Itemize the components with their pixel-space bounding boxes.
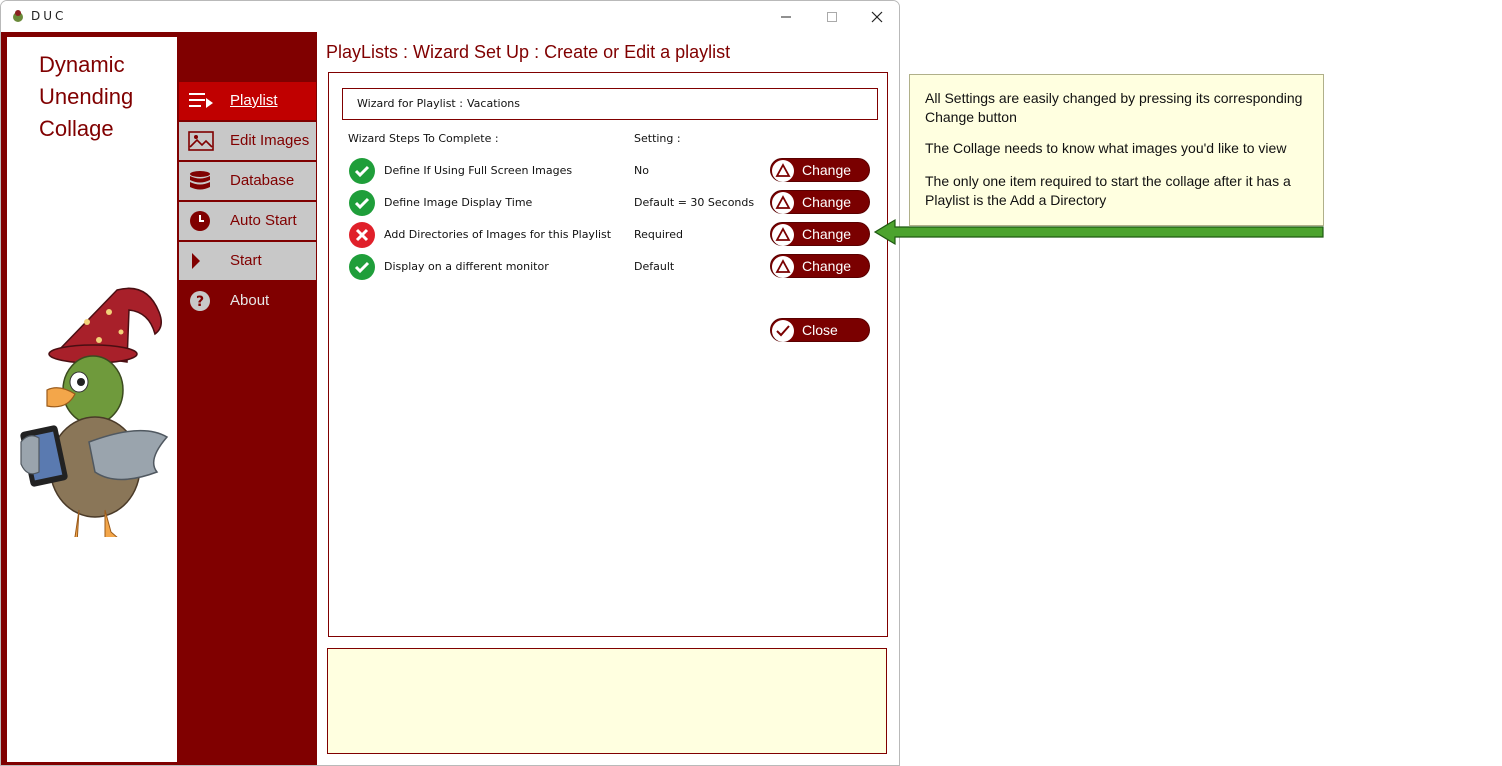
close-icon [871, 11, 883, 22]
close-button-label: Close [802, 322, 838, 338]
change-button[interactable]: Change [770, 254, 870, 278]
sidebar-item-label: About [230, 292, 270, 309]
sidebar-item-label: Edit Images [230, 132, 310, 149]
sidebar-item-label: Database [230, 172, 295, 189]
duck-app-icon [13, 10, 23, 22]
change-button[interactable]: Change [770, 158, 870, 182]
step-setting: No [634, 164, 649, 177]
play-icon [192, 253, 200, 269]
database-icon [190, 171, 210, 190]
steps-header: Wizard Steps To Complete : [348, 132, 499, 145]
svg-text:?: ? [196, 294, 204, 310]
sidebar-item-label: Auto Start [230, 212, 297, 229]
triangle-icon [772, 256, 794, 278]
step-setting: Default = 30 Seconds [634, 196, 755, 209]
wizard-panel: Wizard for Playlist : Vacations Wizard S… [328, 72, 888, 637]
pointer-arrow [873, 218, 1324, 246]
sidebar-item-start[interactable]: Start [179, 242, 316, 280]
step-setting: Default [634, 260, 675, 273]
logo-text-line: Unending [39, 84, 134, 109]
change-button-label: Change [802, 194, 852, 210]
annotation-callout: All Settings are easily changed by press… [909, 74, 1324, 226]
step-label: Define If Using Full Screen Images [384, 164, 573, 177]
logo-panel: Dynamic Unending Collage [7, 37, 177, 762]
triangle-icon [772, 224, 794, 246]
change-button-label: Change [802, 258, 852, 274]
triangle-icon [772, 192, 794, 214]
page-title: PlayLists : Wizard Set Up : Create or Ed… [326, 42, 731, 62]
triangle-icon [772, 160, 794, 182]
sidebar-item-auto-start[interactable]: Auto Start [179, 202, 316, 240]
setting-header: Setting : [634, 132, 681, 145]
logo-text-line: Collage [39, 116, 114, 141]
step-label: Display on a different monitor [384, 260, 549, 273]
close-button[interactable]: Close [770, 318, 870, 342]
image-icon [188, 131, 214, 151]
playlist-name-box: Wizard for Playlist : Vacations [342, 88, 878, 120]
sidebar-item-about[interactable]: ? About [179, 282, 316, 320]
app-window: DUC Dynamic Unending Collage Playlist Ed… [0, 0, 900, 766]
change-button[interactable]: Change [770, 190, 870, 214]
playlist-label: Wizard for Playlist : [357, 97, 463, 110]
maximize-icon [827, 11, 837, 22]
main-content: PlayLists : Wizard Set Up : Create or Ed… [317, 32, 899, 765]
change-button-label: Change [802, 226, 852, 242]
error-icon [349, 222, 375, 248]
callout-text: All Settings are easily changed by press… [925, 90, 1303, 125]
app-frame: Dynamic Unending Collage Playlist Edit I… [1, 32, 899, 765]
clock-icon [190, 211, 210, 231]
sidebar-item-label: Playlist [230, 92, 278, 109]
sidebar-item-database[interactable]: Database [179, 162, 316, 200]
wizard-duck-mascot [20, 287, 169, 537]
playlist-value: Vacations [467, 97, 521, 110]
step-setting: Required [634, 228, 683, 241]
step-label: Add Directories of Images for this Playl… [384, 228, 612, 241]
step-label: Define Image Display Time [384, 196, 533, 209]
callout-text: The only one item required to start the … [925, 173, 1291, 208]
sidebar-item-label: Start [230, 252, 262, 269]
wizard-step-row: Define Image Display Time Default = 30 S… [329, 190, 887, 222]
change-button-label: Change [802, 162, 852, 178]
logo-text-line: Dynamic [39, 52, 125, 77]
minimize-icon [781, 16, 791, 17]
wizard-step-row: Define If Using Full Screen Images No Ch… [329, 158, 887, 190]
sidebar-item-playlist[interactable]: Playlist [179, 82, 316, 120]
check-icon [349, 254, 375, 280]
callout-text: The Collage needs to know what images yo… [925, 140, 1287, 156]
checkmark-icon [772, 320, 794, 342]
window-title: DUC [31, 9, 67, 23]
minimize-button[interactable] [763, 1, 809, 32]
help-icon: ? [190, 291, 210, 311]
close-window-button[interactable] [854, 1, 899, 32]
check-icon [349, 190, 375, 216]
wizard-step-row: Add Directories of Images for this Playl… [329, 222, 887, 254]
title-bar: DUC [1, 1, 899, 32]
change-button[interactable]: Change [770, 222, 870, 246]
check-icon [349, 158, 375, 184]
maximize-button[interactable] [809, 1, 855, 32]
wizard-step-row: Display on a different monitor Default C… [329, 254, 887, 286]
sidebar-nav: Playlist Edit Images Database Auto Start… [179, 82, 316, 322]
info-panel [327, 648, 887, 754]
playlist-icon [189, 93, 213, 108]
sidebar-item-edit-images[interactable]: Edit Images [179, 122, 316, 160]
